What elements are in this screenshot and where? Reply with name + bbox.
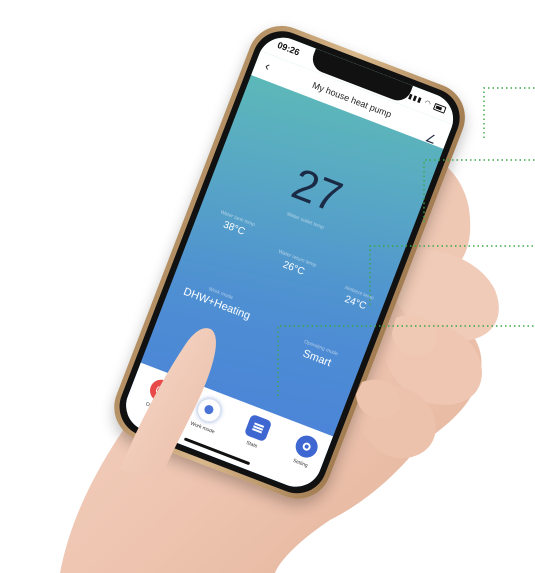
callout-line-status bbox=[483, 87, 535, 138]
callout-lines bbox=[277, 87, 535, 396]
callout-line-readings bbox=[369, 245, 535, 305]
callout-line-temp bbox=[423, 159, 535, 222]
photo-stage: 09:26 ▮▮▮ ◠ ‹ My house heat pump ∠ 27 Wa… bbox=[0, 0, 535, 573]
callout-line-mode bbox=[277, 325, 535, 396]
